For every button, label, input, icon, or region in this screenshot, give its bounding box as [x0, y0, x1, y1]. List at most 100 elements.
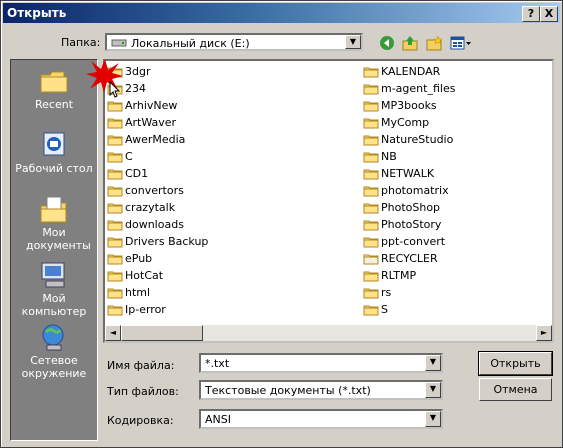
back-icon[interactable]	[378, 34, 396, 52]
filename-input[interactable]: *.txt ▼	[199, 353, 443, 373]
folder-name: MP3books	[381, 99, 437, 112]
folder-name: RLTMP	[381, 269, 417, 282]
folder-name: 3dgr	[125, 65, 151, 78]
folder-name: ArtWaver	[125, 116, 177, 129]
folder-icon	[107, 117, 123, 129]
folder-icon	[363, 270, 379, 282]
encoding-label: Кодировка:	[107, 414, 174, 427]
open-file-dialog: Открыть ? X Папка: Локальный диск (E:) ▼…	[0, 0, 563, 448]
folder-icon	[107, 287, 123, 299]
folder-name: CD1	[125, 167, 149, 180]
filetype-label: Тип файлов:	[107, 385, 179, 398]
folder-name: m-agent_files	[381, 82, 456, 95]
folder-icon	[107, 304, 123, 316]
filetype-value: Текстовые документы (*.txt)	[205, 384, 371, 397]
folder-name: convertors	[125, 184, 184, 197]
folder-name: AwerMedia	[125, 133, 186, 146]
encoding-value: ANSI	[205, 413, 231, 426]
my-computer-icon	[38, 260, 70, 290]
folder-icon	[107, 219, 123, 231]
help-button[interactable]: ?	[522, 6, 540, 22]
folder-icon	[363, 287, 379, 299]
new-folder-icon[interactable]	[425, 34, 443, 52]
places-desktop-label: Рабочий стол	[15, 162, 93, 175]
places-network-label: Сетевое окружение	[21, 354, 87, 380]
folder-name: NatureStudio	[381, 133, 454, 146]
folder-name: MyComp	[381, 116, 430, 129]
filename-label: Имя файла:	[107, 359, 175, 372]
places-recent-label: Recent	[34, 98, 74, 111]
folder-name: photomatrix	[381, 184, 449, 197]
folder-icon	[363, 83, 379, 95]
folder-icon	[107, 253, 123, 265]
folder-name: NETWALK	[381, 167, 435, 180]
horizontal-scrollbar[interactable]: ◄ ►	[105, 325, 552, 341]
lookin-combobox[interactable]: Локальный диск (E:) ▼	[105, 33, 363, 51]
folder-name: RECYCLER	[381, 252, 438, 265]
cancel-button[interactable]: Отмена	[479, 378, 552, 401]
folder-icon	[363, 134, 379, 146]
folder-name: 234	[125, 82, 146, 95]
close-button[interactable]: X	[540, 6, 558, 22]
folder-icon	[107, 236, 123, 248]
folder-name: html	[125, 286, 151, 299]
places-my-documents-label: Мои документы	[26, 226, 91, 252]
folder-name: HotCat	[125, 269, 164, 282]
scrollbar-thumb[interactable]	[121, 325, 203, 341]
folder-icon	[107, 151, 123, 163]
recent-icon	[38, 66, 70, 96]
folder-icon	[107, 100, 123, 112]
filename-value: *.txt	[205, 357, 230, 370]
folder-icon	[363, 253, 379, 265]
up-folder-icon[interactable]	[401, 34, 419, 52]
scroll-left-icon[interactable]: ◄	[105, 325, 121, 341]
chevron-down-icon[interactable]: ▼	[425, 355, 441, 371]
folder-icon	[363, 168, 379, 180]
folder-name: ArhivNew	[125, 99, 178, 112]
folder-icon	[363, 100, 379, 112]
folder-icon	[107, 185, 123, 197]
encoding-select[interactable]: ANSI ▼	[199, 409, 443, 429]
folder-name: NB	[381, 150, 397, 163]
folder-icon	[363, 117, 379, 129]
folder-icon	[363, 151, 379, 163]
cursor-icon	[109, 81, 121, 98]
folder-icon	[107, 202, 123, 214]
folder-icon	[363, 185, 379, 197]
folder-name: PhotoStory	[381, 218, 442, 231]
folder-name: Ip-error	[125, 303, 166, 316]
places-desktop[interactable]: Рабочий стол	[11, 130, 97, 175]
folder-name: downloads	[125, 218, 184, 231]
title-bar[interactable]: Открыть ? X	[3, 3, 560, 23]
chevron-down-icon[interactable]: ▼	[345, 35, 361, 49]
folder-icon	[363, 219, 379, 231]
folder-name: crazytalk	[125, 201, 176, 214]
folder-name: ppt-convert	[381, 235, 446, 248]
folder-name: S	[381, 303, 388, 316]
places-bar: Recent Рабочий стол Мои документы Мой ко…	[10, 59, 98, 441]
chevron-down-icon[interactable]: ▼	[425, 411, 441, 427]
folder-icon	[107, 270, 123, 282]
folder-icon	[363, 66, 379, 78]
places-network[interactable]: Сетевое окружение	[11, 322, 97, 380]
network-icon	[38, 322, 70, 352]
folder-name: ePub	[125, 252, 153, 265]
file-list[interactable]: ◄ ► 3dgr 234 ArhivNew ArtWaver AwerMedia C CD1…	[103, 59, 554, 343]
folder-icon	[107, 134, 123, 146]
desktop-icon	[38, 130, 70, 160]
folder-name: PhotoShop	[381, 201, 441, 214]
filetype-select[interactable]: Текстовые документы (*.txt) ▼	[199, 380, 443, 400]
lookin-label: Папка:	[61, 36, 101, 49]
window-title: Открыть	[7, 6, 67, 20]
drive-icon	[111, 39, 127, 47]
open-button[interactable]: Открыть	[478, 351, 553, 376]
folder-name: rs	[381, 286, 392, 299]
folder-icon	[363, 236, 379, 248]
folder-icon	[363, 304, 379, 316]
places-my-computer-label: Мой компьютер	[21, 292, 87, 318]
chevron-down-icon[interactable]: ▼	[425, 382, 441, 398]
scroll-right-icon[interactable]: ►	[536, 325, 552, 341]
places-my-computer[interactable]: Мой компьютер	[11, 260, 97, 318]
places-my-documents[interactable]: Мои документы	[11, 194, 97, 252]
view-menu-icon[interactable]	[449, 34, 473, 52]
